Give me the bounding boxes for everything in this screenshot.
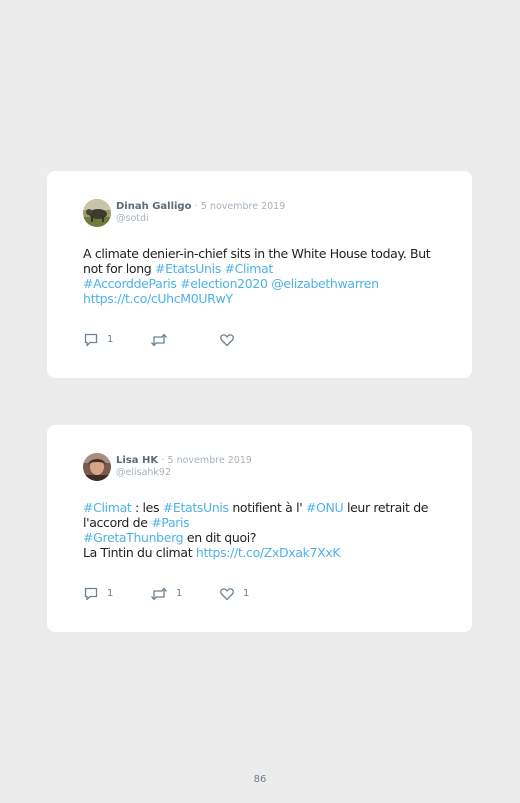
separator-dot: · — [161, 455, 165, 466]
tweet-text-run: La Tintin du climat — [83, 545, 196, 560]
author-name[interactable]: Dinah Galligo — [116, 201, 191, 212]
tweet-card: Lisa HK · 5 novembre 2019 @elisahk92 #Cl… — [47, 425, 472, 632]
tweet-date[interactable]: 5 novembre 2019 — [168, 455, 252, 466]
author-handle[interactable]: @elisahk92 — [116, 467, 171, 479]
tweet-text-run: en dit quoi? — [183, 530, 257, 545]
reply-button[interactable]: 1 — [83, 586, 113, 602]
hashtag-link[interactable]: #AccorddeParis — [83, 276, 177, 291]
speech-bubble-icon — [84, 333, 98, 347]
retweet-count: 1 — [176, 588, 183, 599]
like-button[interactable] — [219, 332, 243, 348]
retweet-arrows-icon — [151, 333, 167, 347]
author-line: Dinah Galligo · 5 novembre 2019 — [116, 200, 285, 213]
tweet-actions: 1 1 1 — [83, 586, 383, 602]
hashtag-link[interactable]: #EtatsUnis — [163, 500, 229, 515]
author-handle[interactable]: @sotdi — [116, 213, 149, 225]
hashtag-link[interactable]: @elizabethwarren — [271, 276, 379, 291]
reply-count: 1 — [107, 334, 114, 345]
heart-icon — [220, 334, 234, 347]
hashtag-link[interactable]: #election2020 — [180, 276, 268, 291]
hashtag-link[interactable]: https://t.co/cUhcM0URwY — [83, 291, 233, 306]
avatar-image-icon — [83, 453, 111, 481]
avatar[interactable] — [83, 453, 111, 481]
heart-icon — [220, 588, 234, 601]
like-button[interactable]: 1 — [219, 586, 249, 602]
tweet-text-run: : les — [131, 500, 163, 515]
hashtag-link[interactable]: #Paris — [151, 515, 189, 530]
author-name[interactable]: Lisa HK — [116, 455, 158, 466]
hashtag-link[interactable]: #EtatsUnis — [155, 261, 221, 276]
hashtag-link[interactable]: #Climat — [83, 500, 132, 515]
hashtag-link[interactable]: #Climat — [225, 261, 274, 276]
hashtag-link[interactable]: #GretaThunberg — [83, 530, 184, 545]
hashtag-link[interactable]: #ONU — [306, 500, 344, 515]
author-line: Lisa HK · 5 novembre 2019 — [116, 454, 252, 467]
reply-count: 1 — [107, 588, 114, 599]
tweet-text: A climate denier-in-chief sits in the Wh… — [83, 246, 443, 306]
page-number: 86 — [253, 774, 267, 785]
tweet-date[interactable]: 5 novembre 2019 — [201, 201, 285, 212]
tweet-text: #Climat : les #EtatsUnis notifient à l' … — [83, 500, 443, 560]
separator-dot: · — [194, 201, 198, 212]
like-count: 1 — [243, 588, 250, 599]
retweet-button[interactable] — [150, 332, 176, 348]
retweet-button[interactable]: 1 — [150, 586, 182, 602]
tweet-card: Dinah Galligo · 5 novembre 2019 @sotdi A… — [47, 171, 472, 378]
speech-bubble-icon — [84, 587, 98, 601]
avatar-image-icon — [83, 199, 111, 227]
tweet-text-run: notifient à l' — [228, 500, 306, 515]
reply-button[interactable]: 1 — [83, 332, 113, 348]
avatar[interactable] — [83, 199, 111, 227]
hashtag-link[interactable]: https://t.co/ZxDxak7XxK — [196, 545, 341, 560]
tweet-actions: 1 — [83, 332, 383, 348]
retweet-arrows-icon — [151, 587, 167, 601]
